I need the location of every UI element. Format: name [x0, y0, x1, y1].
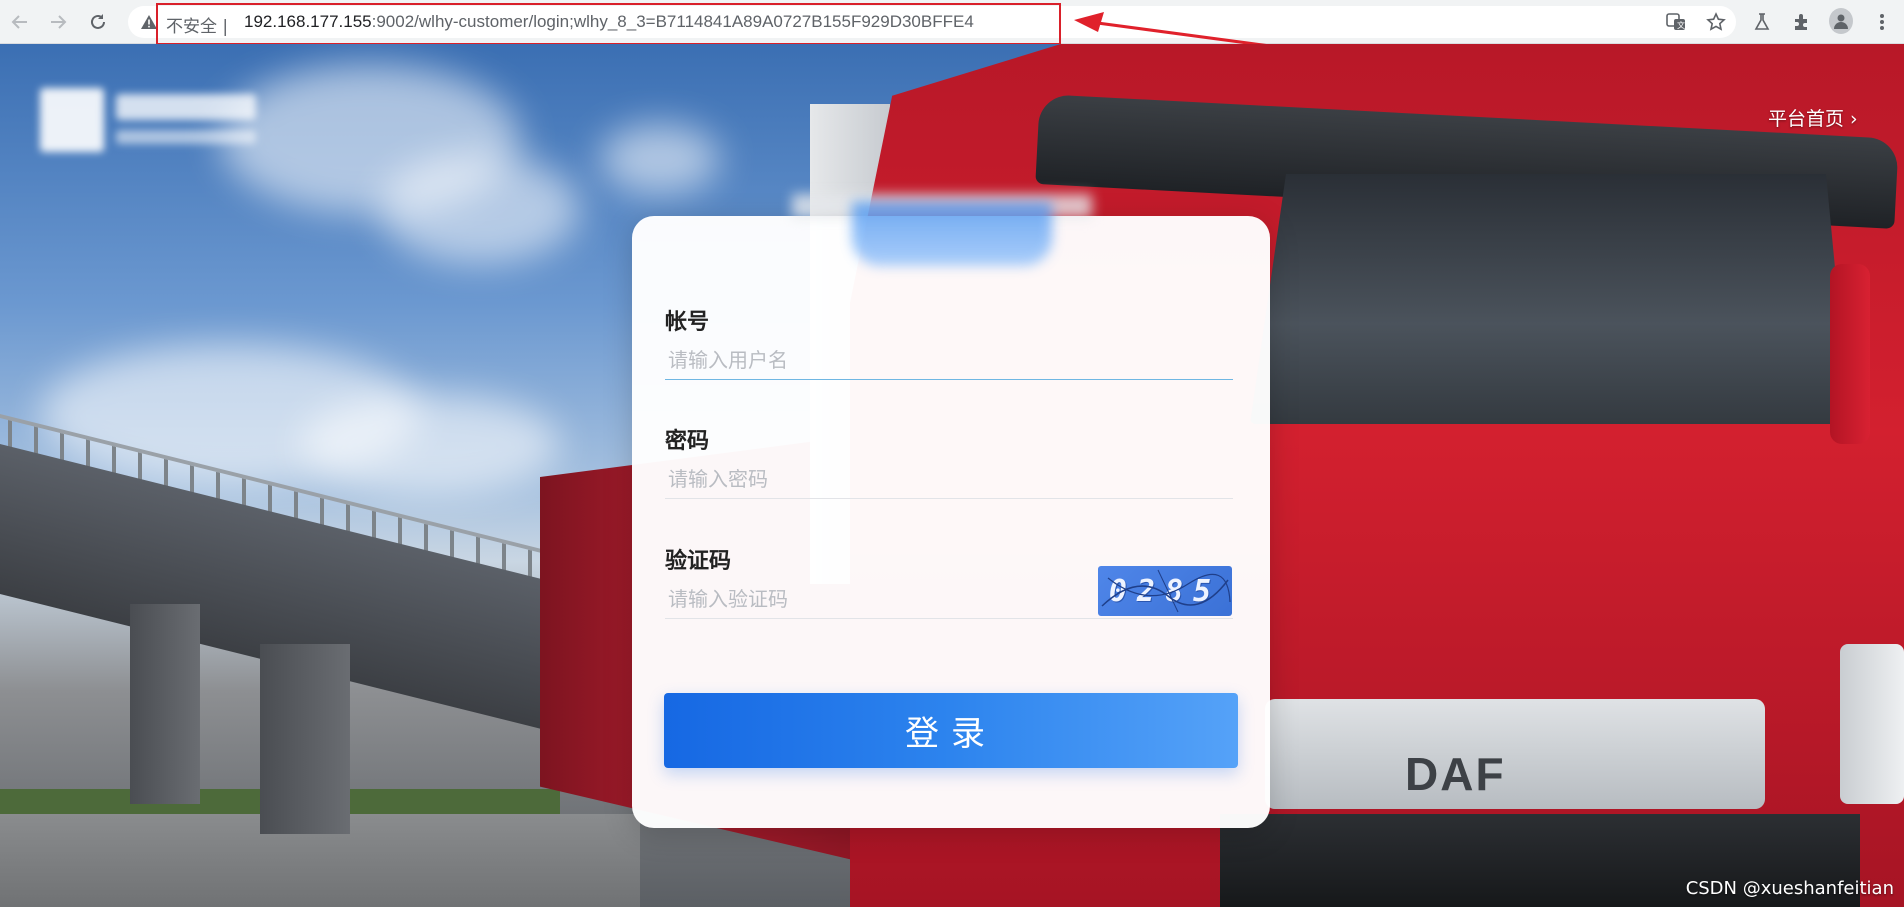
blurred-tab	[852, 202, 1052, 266]
url-highlight-box	[156, 3, 1061, 45]
bridge-pillar	[130, 604, 200, 804]
truck-headlight	[1840, 644, 1904, 804]
username-input[interactable]	[665, 340, 1233, 380]
bridge-pillar	[260, 644, 350, 834]
csdn-watermark: CSDN @xueshanfeitian	[1685, 878, 1894, 899]
cloud-shape	[300, 394, 560, 494]
back-arrow-icon[interactable]	[6, 8, 34, 36]
reload-icon[interactable]	[84, 8, 112, 36]
lab-icon[interactable]	[1750, 10, 1774, 34]
forward-arrow-icon[interactable]	[44, 8, 72, 36]
menu-icon[interactable]	[1870, 10, 1894, 34]
password-label: 密码	[665, 429, 710, 454]
truck-mirror	[1830, 264, 1870, 444]
truck-brand-text: DAF	[1405, 748, 1506, 800]
site-logo-blurred	[40, 88, 260, 158]
login-button[interactable]: 登录	[664, 693, 1238, 768]
captcha-image[interactable]: 0285	[1098, 566, 1232, 616]
cloud-shape	[380, 154, 580, 264]
captcha-label: 验证码	[665, 549, 732, 574]
login-page-background: DAF 平台首页 › 帐号 密码 验证码 0285 登录 CSDN @xuesh…	[0, 44, 1904, 907]
star-icon[interactable]	[1704, 10, 1728, 34]
cloud-shape	[600, 124, 720, 194]
login-card: 帐号 密码 验证码 0285 登录	[632, 194, 1270, 828]
truck-grille	[1265, 699, 1765, 809]
profile-icon[interactable]	[1829, 8, 1853, 34]
username-label: 帐号	[665, 310, 710, 335]
password-input[interactable]	[665, 459, 1233, 499]
translate-icon[interactable]: 文	[1664, 10, 1688, 34]
extensions-icon[interactable]	[1790, 10, 1814, 34]
annotation-arrow-icon	[1074, 12, 1271, 48]
svg-text:文: 文	[1677, 20, 1685, 30]
platform-home-link[interactable]: 平台首页 ›	[1768, 104, 1858, 131]
truck-windshield	[1250, 174, 1850, 424]
captcha-noise-icon	[1101, 569, 1231, 613]
